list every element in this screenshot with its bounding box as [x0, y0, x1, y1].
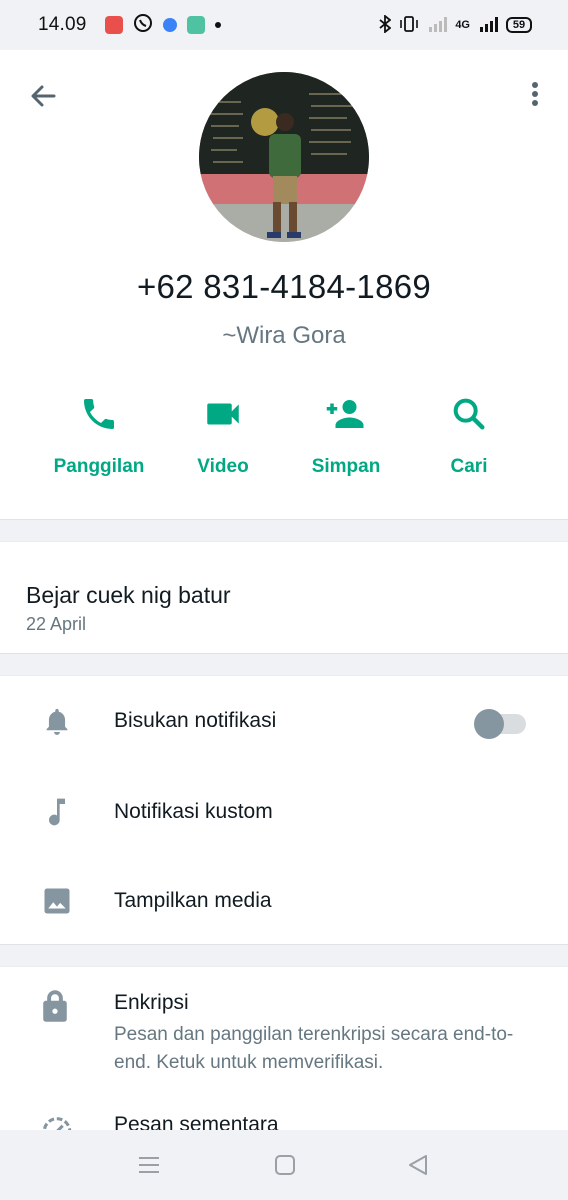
music-note-icon: [40, 795, 74, 829]
contact-pushname: ~Wira Gora: [222, 322, 346, 349]
call-button[interactable]: Panggilan: [39, 390, 159, 478]
toggle-knob: [474, 709, 504, 739]
mute-notifications-toggle[interactable]: [474, 707, 526, 739]
music-app-icon: [104, 16, 123, 34]
recent-apps-button[interactable]: [134, 1152, 164, 1178]
encryption-section: Enkripsi Pesan dan panggilan terenkripsi…: [0, 966, 568, 1136]
vibrate-icon: [399, 15, 419, 36]
signal-icon-sim2: [478, 15, 498, 36]
save-contact-button[interactable]: Simpan: [286, 390, 406, 478]
mute-notifications-label: Bisukan notifikasi: [114, 709, 277, 732]
app-icon-green: [186, 16, 205, 34]
search-icon: [453, 398, 485, 430]
profile-photo-image: [199, 72, 369, 242]
video-label: Video: [197, 456, 249, 477]
network-type: 4G: [455, 19, 470, 31]
system-icons: 4G 59: [379, 13, 532, 36]
search-label: Cari: [450, 456, 488, 477]
image-icon: [40, 884, 74, 918]
signal-icon-sim1: [427, 15, 448, 36]
about-section[interactable]: Bejar cuek nig batur 22 April: [0, 541, 568, 654]
media-visibility-row[interactable]: Tampilkan media: [0, 856, 568, 946]
encryption-subtitle[interactable]: Pesan dan panggilan terenkripsi secara e…: [114, 1021, 534, 1077]
home-square-icon: [275, 1155, 295, 1175]
about-text: Bejar cuek nig batur: [26, 582, 231, 608]
action-buttons: Panggilan Video Simpan Cari: [0, 390, 568, 490]
system-navigation-bar: [0, 1130, 568, 1200]
status-time: 14.09: [38, 14, 87, 35]
save-label: Simpan: [311, 456, 381, 477]
encryption-title[interactable]: Enkripsi: [114, 991, 189, 1015]
battery-indicator: 59: [506, 17, 532, 33]
back-button[interactable]: [28, 80, 60, 112]
add-person-icon: [326, 400, 364, 428]
custom-notifications-label: Notifikasi kustom: [114, 800, 273, 823]
profile-photo[interactable]: [199, 72, 369, 242]
bluetooth-icon: [379, 13, 392, 36]
call-label: Panggilan: [53, 456, 145, 477]
status-bar: 14.09 4G 59: [0, 0, 568, 50]
bell-icon: [40, 704, 74, 738]
triangle-back-icon: [409, 1155, 427, 1175]
home-button[interactable]: [270, 1152, 300, 1178]
app-icon-blue: [162, 18, 177, 32]
menu-icon: [139, 1157, 159, 1173]
media-visibility-label: Tampilkan media: [114, 889, 272, 912]
whatsapp-icon: [133, 13, 153, 38]
back-nav-button[interactable]: [404, 1152, 434, 1178]
contact-phone-number: +62 831-4184-1869: [136, 268, 432, 305]
more-notifications-dot: [214, 22, 221, 28]
more-vert-icon: [532, 82, 538, 106]
arrow-left-icon: [31, 85, 56, 107]
more-options-button[interactable]: [528, 80, 542, 110]
notification-icons: [104, 13, 221, 38]
phone-icon: [84, 399, 114, 429]
about-date: 22 April: [26, 614, 87, 634]
video-camera-icon: [207, 403, 239, 425]
mute-notifications-row[interactable]: Bisukan notifikasi: [0, 676, 568, 766]
video-call-button[interactable]: Video: [163, 390, 283, 478]
search-button[interactable]: Cari: [409, 390, 529, 478]
lock-icon: [40, 989, 70, 1028]
contact-header: +62 831-4184-1869 ~Wira Gora Panggilan V…: [0, 50, 568, 520]
custom-notifications-row[interactable]: Notifikasi kustom: [0, 767, 568, 857]
notification-settings: Bisukan notifikasi Notifikasi kustom Tam…: [0, 675, 568, 945]
